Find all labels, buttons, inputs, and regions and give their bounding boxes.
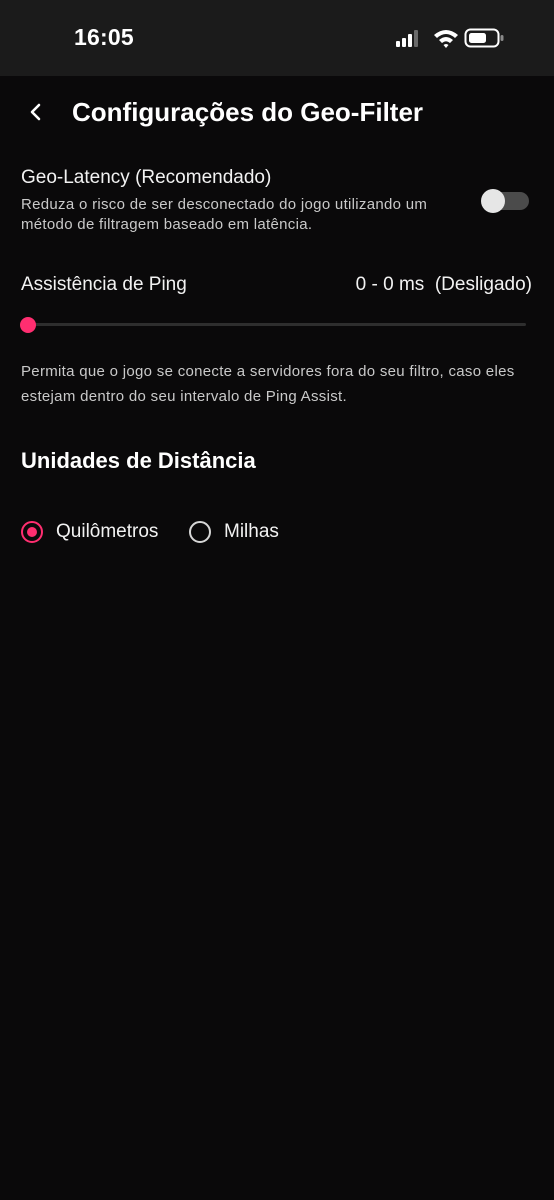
status-bar: 16:05: [0, 0, 554, 76]
chevron-left-icon: [30, 103, 41, 121]
wifi-icon: [434, 30, 458, 48]
header: Configurações do Geo-Filter: [0, 76, 554, 148]
status-time: 16:05: [74, 24, 134, 50]
geo-latency-title: Geo-Latency (Recomendado): [21, 167, 272, 188]
radio-option-miles[interactable]: Milhas: [189, 519, 279, 545]
toggle-thumb: [481, 189, 505, 213]
slider-thumb[interactable]: [20, 317, 36, 333]
ping-assist-value: 0 - 0 ms (Desligado): [355, 274, 532, 295]
geo-filter-settings-screen: 16:05 Configurações do Geo-Filter Geo-La…: [0, 0, 554, 1200]
radio-dot: [27, 527, 37, 537]
radio-selected-icon: [21, 521, 43, 543]
radio-option-kilometers[interactable]: Quilômetros: [21, 519, 158, 545]
ping-assist-label: Assistência de Ping: [21, 274, 187, 295]
radio-label-miles: Milhas: [224, 521, 279, 542]
back-button[interactable]: [20, 96, 52, 128]
battery-icon: [464, 28, 504, 48]
signal-icon: [396, 30, 418, 47]
geo-latency-toggle[interactable]: [481, 189, 529, 213]
ping-assist-description: Permita que o jogo se conecte a servidor…: [21, 363, 515, 405]
ping-assist-slider[interactable]: [20, 314, 528, 336]
radio-label-kilometers: Quilômetros: [56, 521, 159, 542]
distance-units-title: Unidades de Distância: [21, 448, 256, 473]
slider-track: [28, 323, 526, 326]
page-title: Configurações do Geo-Filter: [72, 97, 424, 127]
radio-unselected-icon: [189, 521, 211, 543]
geo-latency-description: Reduza o risco de ser desconectado do jo…: [21, 196, 428, 233]
